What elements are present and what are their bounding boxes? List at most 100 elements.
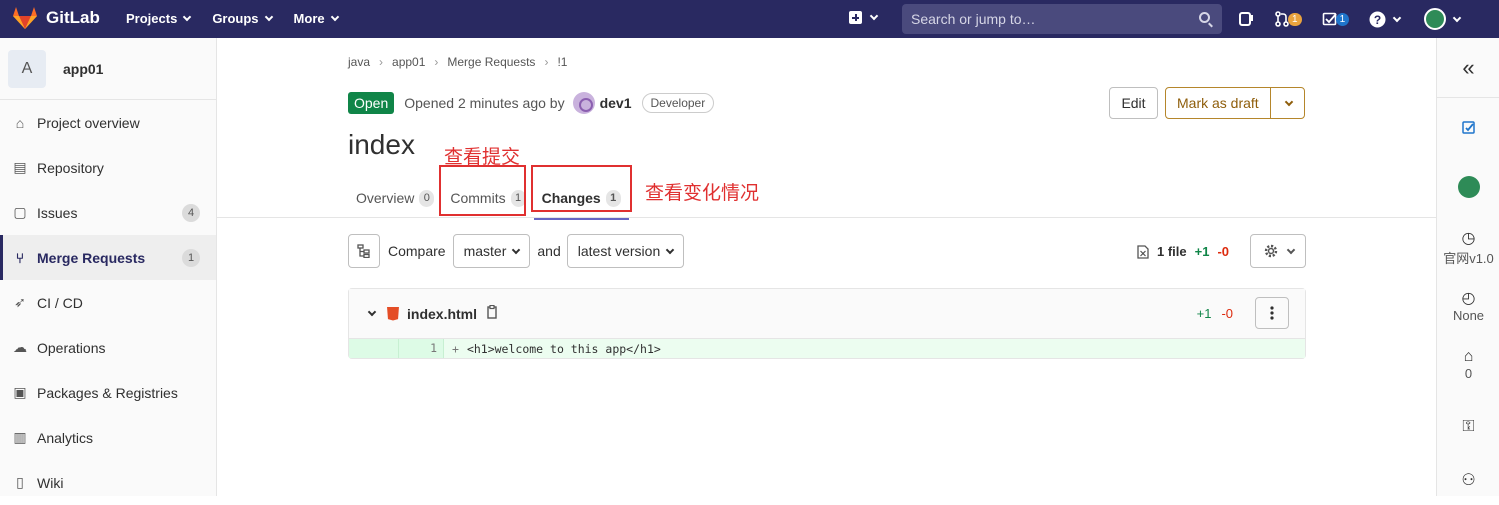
new-line-number[interactable]: 1	[399, 339, 444, 358]
todo-add-button[interactable]	[1437, 120, 1499, 139]
and-label: and	[537, 243, 561, 259]
sidebar-item-label: CI / CD	[37, 294, 83, 311]
time-tracking-item[interactable]: ◴ None	[1437, 288, 1499, 323]
sidebar-item-issues[interactable]: ▢ Issues 4	[0, 190, 216, 235]
search-input[interactable]	[902, 4, 1182, 34]
issues-shortcut[interactable]	[1238, 11, 1254, 27]
sidebar-item-wiki[interactable]: ▯ Wiki	[0, 460, 216, 505]
chevron-down-icon[interactable]	[367, 307, 377, 317]
diff-settings-button[interactable]	[1250, 234, 1306, 268]
source-branch-dropdown[interactable]: master	[452, 234, 531, 268]
milestone-item[interactable]: ◷ 官网v1.0	[1437, 228, 1499, 267]
sidebar-item-analytics[interactable]: ▥ Analytics	[0, 415, 216, 460]
tag-icon: ⌂	[1463, 348, 1474, 365]
file-options-button[interactable]	[1255, 297, 1289, 329]
todos-shortcut[interactable]: 1	[1322, 11, 1350, 27]
deletions-count: -0	[1217, 244, 1230, 259]
nav-projects[interactable]: Projects	[126, 11, 192, 26]
diff-file-header[interactable]: index.html +1 -0	[349, 289, 1305, 339]
chevron-down-icon	[665, 245, 675, 254]
author-name[interactable]: dev1	[600, 95, 632, 111]
code-text: <h1>welcome to this app</h1>	[466, 341, 661, 356]
chevron-down-icon	[264, 12, 273, 22]
issues-icon: ▢	[13, 204, 27, 220]
labels-item[interactable]: ⌂ 0	[1437, 348, 1499, 381]
target-version-dropdown[interactable]: latest version	[566, 234, 685, 268]
mr-count-badge: 1	[1288, 12, 1302, 26]
diff-line-code: + <h1>welcome to this app</h1>	[444, 342, 661, 356]
html5-icon	[387, 306, 399, 321]
lock-item[interactable]: ⚿	[1437, 418, 1499, 436]
sidebar-item-merge-requests[interactable]: ⑂ Merge Requests 1	[0, 235, 216, 280]
breadcrumb-mr[interactable]: !1	[557, 55, 567, 69]
avatar	[1457, 176, 1480, 198]
breadcrumb-merge-requests[interactable]: Merge Requests	[447, 55, 535, 69]
rocket-icon: ➶	[14, 294, 26, 310]
breadcrumb-app01[interactable]: app01	[392, 55, 425, 69]
nav-groups[interactable]: Groups	[212, 11, 273, 26]
home-icon: ⌂	[15, 114, 25, 131]
mr-count-badge: 1	[182, 248, 200, 267]
sidebar-item-label: Packages & Registries	[37, 384, 178, 401]
diff-toolbar: Compare master and latest version	[348, 234, 685, 268]
sidebar-item-label: Project overview	[37, 114, 140, 131]
search-box[interactable]	[902, 4, 1222, 34]
diff-line: 1 + <h1>welcome to this app</h1>	[349, 339, 1305, 358]
draft-dropdown-toggle[interactable]	[1269, 88, 1304, 118]
user-menu[interactable]	[1424, 8, 1462, 30]
collapse-sidebar-button[interactable]: «	[1437, 38, 1499, 98]
project-sidebar: A app01 ⌂ Project overview ▤ Repository …	[0, 38, 217, 496]
sidebar-item-operations[interactable]: ☁ Operations	[0, 325, 216, 370]
chart-icon: ▥	[13, 429, 27, 445]
tab-overview[interactable]: Overview 0	[348, 178, 442, 218]
chevron-down-icon	[869, 11, 879, 21]
nav-groups-label: Groups	[212, 11, 259, 26]
file-tree-icon	[357, 244, 370, 258]
top-navbar: GitLab Projects Groups More 1 1 ?	[0, 0, 1499, 38]
chevron-down-icon	[183, 12, 192, 22]
mark-as-draft-button[interactable]: Mark as draft	[1166, 88, 1270, 118]
changes-annotation: 查看变化情况	[645, 182, 760, 204]
edit-button[interactable]: Edit	[1109, 87, 1158, 119]
package-icon: ▣	[13, 384, 27, 400]
sidebar-item-ci-cd[interactable]: ➶ CI / CD	[0, 280, 216, 325]
sidebar-item-packages[interactable]: ▣ Packages & Registries	[0, 370, 216, 415]
tanuki-icon	[13, 7, 37, 29]
assignee-avatar[interactable]	[1437, 176, 1499, 201]
plus-icon	[849, 11, 862, 24]
author-avatar[interactable]	[572, 92, 595, 114]
new-dropdown-button[interactable]	[849, 11, 879, 24]
old-line-number	[349, 339, 399, 358]
cloud-icon: ☁	[13, 339, 27, 355]
todo-count-badge: 1	[1335, 12, 1350, 26]
merge-requests-shortcut[interactable]: 1	[1274, 11, 1302, 27]
project-avatar: A	[8, 49, 46, 88]
sidebar-item-project-overview[interactable]: ⌂ Project overview	[0, 100, 216, 145]
sidebar-item-label: Analytics	[37, 429, 94, 446]
project-header[interactable]: A app01	[0, 38, 216, 100]
file-diff-stats: +1 -0	[1197, 306, 1233, 321]
draft-button-group: Mark as draft	[1165, 87, 1305, 119]
sidebar-item-label: Operations	[37, 339, 106, 356]
changes-highlight-box	[531, 165, 632, 212]
file-tree-toggle[interactable]	[348, 234, 380, 268]
breadcrumb-java[interactable]: java	[348, 55, 370, 69]
sidebar-item-repository[interactable]: ▤ Repository	[0, 145, 216, 190]
diff-file-name[interactable]: index.html	[407, 306, 477, 322]
kebab-icon	[1270, 306, 1274, 320]
nav-more[interactable]: More	[294, 11, 339, 26]
clock-icon: ◷	[1461, 230, 1476, 247]
gear-icon	[1264, 244, 1277, 258]
commits-highlight-box	[439, 165, 526, 216]
gitlab-logo[interactable]: GitLab	[12, 6, 100, 30]
sidebar-item-label: Issues	[37, 204, 78, 221]
file-diff-icon	[1137, 244, 1149, 259]
time-tracking-value: None	[1452, 308, 1485, 323]
participants-item[interactable]: ⚇	[1437, 470, 1499, 490]
chevron-right-icon: ›	[544, 55, 549, 69]
chevron-down-icon	[330, 12, 339, 22]
chevron-down-icon	[1452, 13, 1462, 22]
help-icon: ?	[1369, 11, 1386, 27]
copy-icon[interactable]	[487, 304, 499, 322]
help-dropdown[interactable]: ?	[1369, 11, 1402, 28]
